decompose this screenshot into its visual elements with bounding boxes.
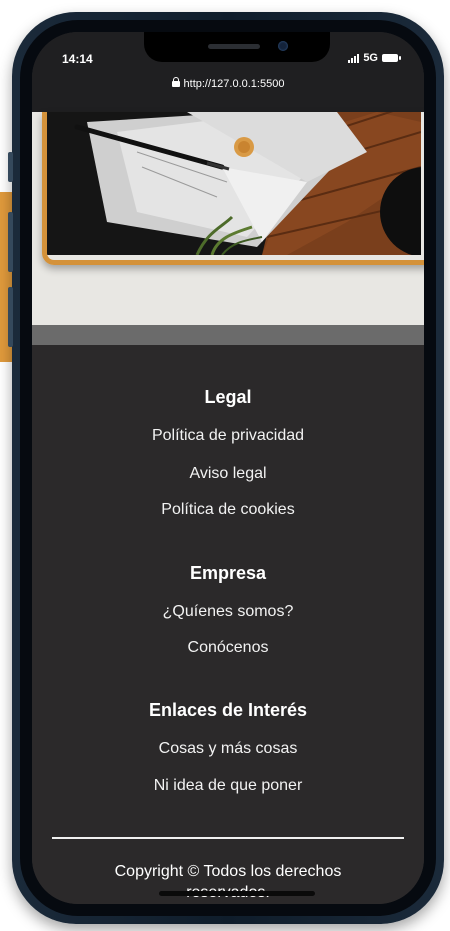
footer-link-cookie-policy[interactable]: Política de cookies [32,501,424,519]
url-bar[interactable]: http://127.0.0.1:5500 [32,77,424,90]
mute-switch [8,152,13,182]
notch [144,32,330,62]
home-indicator [159,891,315,896]
volume-down-button [8,287,13,347]
hero-section [32,112,424,325]
section-divider-band [32,325,424,345]
footer-divider [52,837,404,839]
front-camera [278,41,288,51]
footer-link-meet-us[interactable]: Conócenos [32,639,424,657]
scene: 14:14 5G http://127.0.0.1:5500 Legal Pol… [0,0,450,931]
signal-icon [348,53,360,63]
footer: Legal Política de privacidad Aviso legal… [32,345,424,904]
volume-up-button [8,212,13,272]
url-text: http://127.0.0.1:5500 [183,78,285,90]
phone-frame: 14:14 5G http://127.0.0.1:5500 Legal Pol… [8,12,444,924]
phone-screen: 14:14 5G http://127.0.0.1:5500 Legal Pol… [32,32,424,904]
footer-link-legal-notice[interactable]: Aviso legal [32,465,424,483]
battery-icon [382,54,401,62]
hero-photo-illustration [47,112,421,255]
network-label: 5G [363,52,378,64]
status-indicators: 5G [348,52,401,64]
copyright-text: Copyright © Todos los derechos reservado… [114,863,342,901]
footer-link-about-us[interactable]: ¿Quíenes somos? [32,603,424,621]
footer-link-privacy-policy[interactable]: Política de privacidad [32,427,424,445]
footer-title-links-of-interest: Enlaces de Interés [148,700,308,720]
status-bar: 14:14 5G http://127.0.0.1:5500 [32,32,424,112]
footer-link-no-idea[interactable]: Ni idea de que poner [32,777,424,795]
footer-title-legal: Legal [204,387,252,407]
speaker-grille [208,44,260,49]
footer-title-company: Empresa [189,563,267,583]
lock-icon [171,77,180,87]
status-time: 14:14 [62,52,93,66]
footer-link-more-things[interactable]: Cosas y más cosas [32,740,424,758]
hero-image [42,112,424,265]
